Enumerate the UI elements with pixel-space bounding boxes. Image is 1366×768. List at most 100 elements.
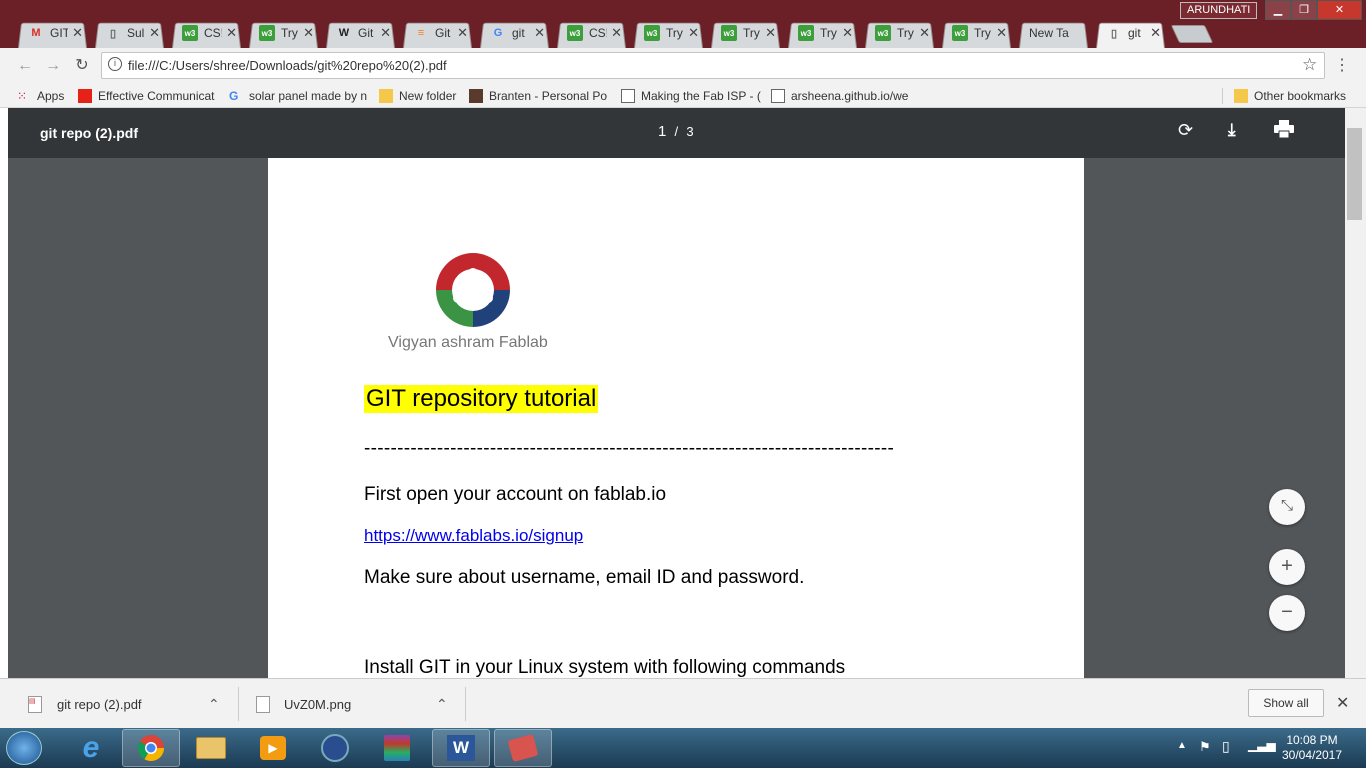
document-heading: GIT repository tutorial [364, 385, 599, 413]
close-tab-icon[interactable]: ✕ [457, 25, 468, 41]
pdf-title: git repo (2).pdf [40, 125, 138, 141]
bookmark-item[interactable]: Gsolar panel made by n [229, 87, 369, 105]
signup-link[interactable]: https://www.fablabs.io/signup [364, 526, 583, 546]
close-tab-icon[interactable]: ✕ [919, 25, 930, 41]
new-tab-button[interactable] [1170, 25, 1214, 43]
pdf-page: Vigyan ashram Fablab [268, 158, 1084, 678]
media-center-icon[interactable] [306, 729, 364, 767]
close-tab-icon[interactable]: ✕ [611, 25, 622, 41]
back-button[interactable]: ← [14, 56, 36, 76]
close-download-bar-icon[interactable]: ✕ [1336, 693, 1349, 713]
w3-icon: w3 [259, 25, 275, 41]
bookmark-item[interactable]: Branten - Personal Po [469, 87, 609, 105]
download-item[interactable]: ▤ git repo (2).pdf ⌃ [28, 679, 238, 729]
chevron-up-icon[interactable]: ⌃ [436, 696, 448, 713]
bookmark-label: New folder [399, 89, 457, 103]
image-file-icon [256, 695, 270, 713]
start-button[interactable] [6, 731, 42, 765]
tab[interactable]: New Ta [1015, 18, 1092, 48]
bookmark-item[interactable]: Effective Communicat [78, 87, 218, 105]
media-player-icon[interactable]: ▶ [244, 729, 302, 767]
close-tab-icon[interactable]: ✕ [380, 25, 391, 41]
tab[interactable]: w3 Try ✕ [861, 18, 938, 48]
bookmark-label: Making the Fab ISP - ( [641, 89, 761, 103]
page-icon [621, 89, 635, 103]
close-tab-icon[interactable]: ✕ [1150, 25, 1161, 41]
close-tab-icon[interactable]: ✕ [149, 25, 160, 41]
close-tab-icon[interactable]: ✕ [303, 25, 314, 41]
chevron-up-icon[interactable]: ⌃ [208, 696, 220, 713]
page-icon [771, 89, 785, 103]
info-icon[interactable]: i [108, 57, 122, 71]
fit-page-button[interactable]: ⤡ [1269, 489, 1305, 525]
reload-button[interactable]: ↻ [71, 56, 93, 76]
maximize-button[interactable]: ❐ [1291, 0, 1317, 20]
other-bookmarks[interactable]: Other bookmarks [1234, 87, 1354, 105]
current-page[interactable]: 1 [658, 123, 666, 140]
logo-caption: Vigyan ashram Fablab [388, 334, 548, 351]
tab[interactable]: w3 Try ✕ [245, 18, 322, 48]
system-clock[interactable]: 10:08 PM 30/04/2017 [1272, 733, 1352, 763]
paint-icon[interactable] [494, 729, 552, 767]
print-icon[interactable] [1274, 120, 1294, 141]
profile-button[interactable]: ARUNDHATI [1180, 2, 1258, 19]
close-tab-icon[interactable]: ✕ [72, 25, 83, 41]
close-window-button[interactable]: ✕ [1317, 0, 1362, 20]
close-tab-icon[interactable]: ✕ [842, 25, 853, 41]
w3-icon: w3 [952, 25, 968, 41]
bookmarks-bar: ⁙ Apps Effective Communicat Gsolar panel ma… [0, 84, 1366, 108]
tab[interactable]: w3 Try ✕ [707, 18, 784, 48]
chrome-icon[interactable] [122, 729, 180, 767]
tab[interactable]: ▯ Sul ✕ [91, 18, 168, 48]
doc-line-credentials: Make sure about username, email ID and p… [364, 567, 805, 588]
tab-title: Try [743, 26, 760, 40]
close-tab-icon[interactable]: ✕ [996, 25, 1007, 41]
bookmark-item[interactable]: ⁙ Apps [17, 87, 72, 105]
url-text: file:///C:/Users/shree/Downloads/git%20r… [128, 58, 447, 73]
rotate-icon[interactable]: ⟳ [1178, 120, 1193, 141]
tab[interactable]: w3 CS! ✕ [553, 18, 630, 48]
zoom-in-button[interactable]: + [1269, 549, 1305, 585]
close-tab-icon[interactable]: ✕ [688, 25, 699, 41]
close-tab-icon[interactable]: ✕ [765, 25, 776, 41]
zoom-out-button[interactable]: − [1269, 595, 1305, 631]
download-item[interactable]: UvZ0M.png ⌃ [256, 679, 466, 729]
action-center-icon[interactable]: ⚑ [1199, 739, 1211, 755]
tray-expand-icon[interactable]: ▲ [1177, 740, 1187, 751]
show-all-button[interactable]: Show all [1248, 689, 1324, 717]
address-bar[interactable]: i file:///C:/Users/shree/Downloads/git%2… [101, 52, 1325, 79]
tab-title: CS! [204, 26, 223, 40]
tab-strip: M GIT ✕ ▯ Sul ✕ w3 CS! ✕ w3 Try ✕ W Git ✕ ≡ Git ✕ Ggit ✕ w3 C… [14, 18, 1214, 48]
tab[interactable]: w3 Try ✕ [938, 18, 1015, 48]
star-icon[interactable]: ☆ [1302, 55, 1317, 75]
menu-icon[interactable]: ⋮ [1331, 56, 1353, 76]
page-separator: / [674, 124, 679, 139]
tab[interactable]: ≡ Git ✕ [399, 18, 476, 48]
power-icon[interactable]: ▯ [1222, 738, 1230, 755]
tab-title: git [1128, 26, 1141, 40]
bookmark-item[interactable]: arsheena.github.io/we [771, 87, 911, 105]
total-pages: 3 [686, 124, 694, 139]
w3-icon: w3 [567, 25, 583, 41]
file-explorer-icon[interactable] [182, 729, 240, 767]
pdf-toolbar: git repo (2).pdf 1 / 3 ⟳ ⤓ [8, 108, 1345, 158]
scrollbar-thumb[interactable] [1347, 128, 1362, 220]
forward-button[interactable]: → [42, 56, 64, 76]
ie-icon[interactable]: e [62, 729, 120, 767]
word-icon[interactable]: W [432, 729, 490, 767]
w3-icon: w3 [798, 25, 814, 41]
download-icon[interactable]: ⤓ [1228, 120, 1236, 140]
minimize-button[interactable]: ▁ [1265, 0, 1291, 20]
close-tab-icon[interactable]: ✕ [534, 25, 545, 41]
tab[interactable]: M GIT ✕ [14, 18, 91, 48]
tab[interactable]: w3 CS! ✕ [168, 18, 245, 48]
tab[interactable]: w3 Try ✕ [784, 18, 861, 48]
tab[interactable]: ▯ git ✕ [1092, 18, 1169, 48]
winrar-icon[interactable] [368, 729, 426, 767]
tab[interactable]: Ggit ✕ [476, 18, 553, 48]
tab[interactable]: W Git ✕ [322, 18, 399, 48]
bookmark-item[interactable]: Making the Fab ISP - ( [621, 87, 761, 105]
bookmark-item[interactable]: New folder [379, 87, 461, 105]
close-tab-icon[interactable]: ✕ [226, 25, 237, 41]
tab[interactable]: w3 Try ✕ [630, 18, 707, 48]
